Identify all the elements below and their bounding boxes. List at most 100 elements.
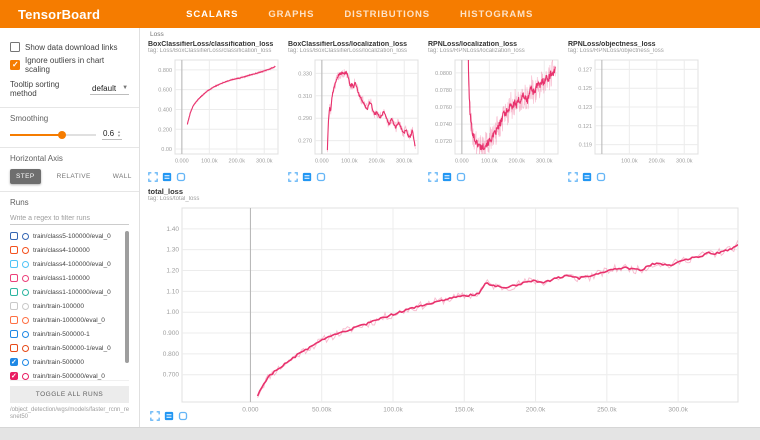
runs-filter-input[interactable] <box>10 213 129 225</box>
data-table-icon[interactable] <box>442 172 452 182</box>
chart-tag: tag: Loss/BoxClassifierLoss/classificati… <box>148 48 282 54</box>
pin-icon[interactable] <box>178 411 188 421</box>
run-name: train/train-500000-1/eval_0 <box>33 345 111 352</box>
toggle-all-runs-button[interactable]: TOGGLE ALL RUNS <box>10 386 129 403</box>
axis-button-wall[interactable]: WALL <box>107 169 138 184</box>
chart-actions <box>428 172 562 182</box>
tab-graphs[interactable]: GRAPHS <box>268 9 314 20</box>
small-charts-row: BoxClassifierLoss/classification_loss ta… <box>148 41 760 182</box>
tooltip-sorting-dropdown[interactable]: default ▼ <box>90 84 129 95</box>
run-checkbox[interactable] <box>10 246 18 254</box>
run-checkbox[interactable] <box>10 260 18 268</box>
smoothing-value-stepper[interactable]: 0.6 ▲▼ <box>102 129 122 140</box>
run-color-circle-icon[interactable] <box>22 317 29 324</box>
run-checkbox[interactable] <box>10 232 18 240</box>
run-item[interactable]: train/train-500000-1 <box>10 327 129 341</box>
run-color-circle-icon[interactable] <box>22 261 29 268</box>
run-item[interactable]: train/train-500000/eval_0 <box>10 369 129 381</box>
run-color-circle-icon[interactable] <box>22 289 29 296</box>
run-color-circle-icon[interactable] <box>22 345 29 352</box>
tooltip-sorting-label: Tooltip sorting method <box>10 80 86 98</box>
svg-text:0.900: 0.900 <box>163 330 180 337</box>
svg-text:0.290: 0.290 <box>298 116 312 122</box>
fullscreen-expand-icon[interactable] <box>288 172 298 182</box>
run-item[interactable]: train/train-100000 <box>10 299 129 313</box>
svg-text:0.119: 0.119 <box>579 143 592 149</box>
axis-button-step[interactable]: STEP <box>10 169 41 184</box>
line-chart[interactable]: 0.1270.1250.1230.1210.119100.0k200.0k300… <box>568 56 702 171</box>
tab-distributions[interactable]: DISTRIBUTIONS <box>344 9 430 20</box>
run-item[interactable]: train/class1-100000/eval_0 <box>10 285 129 299</box>
svg-text:0.000: 0.000 <box>455 159 469 165</box>
run-item[interactable]: train/class4-100000 <box>10 243 129 257</box>
run-checkbox[interactable] <box>10 316 18 324</box>
app-title: TensorBoard <box>0 7 100 22</box>
run-item[interactable]: train/train-500000 <box>10 355 129 369</box>
pin-icon[interactable] <box>176 172 186 182</box>
svg-text:0.121: 0.121 <box>578 124 592 130</box>
data-table-icon[interactable] <box>164 411 174 421</box>
run-name: train/train-100000 <box>33 303 84 310</box>
pin-icon[interactable] <box>316 172 326 182</box>
line-chart[interactable]: 0.8000.6000.4000.2000.000.000100.0k200.0… <box>148 56 282 171</box>
svg-text:0.600: 0.600 <box>158 88 172 94</box>
run-item[interactable]: train/class5-100000/eval_0 <box>10 229 129 243</box>
run-color-circle-icon[interactable] <box>22 373 29 380</box>
tab-scalars[interactable]: SCALARS <box>186 9 238 20</box>
run-checkbox[interactable] <box>10 288 18 296</box>
chart-card-objectness-loss: RPNLoss/objectness_loss tag: Loss/RPNLos… <box>568 41 702 182</box>
run-color-circle-icon[interactable] <box>22 233 29 240</box>
fullscreen-expand-icon[interactable] <box>428 172 438 182</box>
run-item[interactable]: train/class4-100000/eval_0 <box>10 257 129 271</box>
slider-thumb[interactable] <box>58 131 66 139</box>
svg-text:0.0760: 0.0760 <box>435 105 452 111</box>
ignore-outliers-option[interactable]: Ignore outliers in chart scaling <box>10 56 129 74</box>
svg-text:0.123: 0.123 <box>578 105 592 111</box>
run-item[interactable]: train/train-500000-1/eval_0 <box>10 341 129 355</box>
svg-text:0.700: 0.700 <box>163 372 180 379</box>
run-checkbox[interactable] <box>10 302 18 310</box>
run-checkbox[interactable] <box>10 344 18 352</box>
checkbox-icon[interactable] <box>10 42 20 52</box>
data-table-icon[interactable] <box>302 172 312 182</box>
run-name: train/train-500000-1 <box>33 331 90 338</box>
run-checkbox[interactable] <box>10 274 18 282</box>
fullscreen-expand-icon[interactable] <box>568 172 578 182</box>
data-table-icon[interactable] <box>162 172 172 182</box>
line-chart[interactable]: 0.08000.07800.07600.07400.07200.000100.0… <box>428 56 562 171</box>
show-download-links-option[interactable]: Show data download links <box>10 42 129 52</box>
pin-icon[interactable] <box>456 172 466 182</box>
category-header-loss[interactable]: Loss <box>150 31 760 38</box>
smoothing-slider[interactable] <box>10 134 96 136</box>
svg-text:100.0k: 100.0k <box>341 159 358 165</box>
run-checkbox[interactable] <box>10 372 18 380</box>
run-color-circle-icon[interactable] <box>22 303 29 310</box>
fullscreen-expand-icon[interactable] <box>148 172 158 182</box>
svg-text:300.0k: 300.0k <box>396 159 413 165</box>
line-chart[interactable]: 1.401.301.201.101.000.9000.8000.7000.000… <box>148 204 748 421</box>
svg-text:0.400: 0.400 <box>158 107 172 113</box>
svg-text:100.0k: 100.0k <box>201 159 218 165</box>
run-color-circle-icon[interactable] <box>22 275 29 282</box>
run-color-circle-icon[interactable] <box>22 247 29 254</box>
fullscreen-expand-icon[interactable] <box>150 411 160 421</box>
checkbox-icon[interactable] <box>10 60 20 70</box>
run-item[interactable]: train/class1-100000 <box>10 271 129 285</box>
run-name: train/train-500000/eval_0 <box>33 373 105 380</box>
axis-button-relative[interactable]: RELATIVE <box>51 169 97 184</box>
page-bottom-scroll-gutter[interactable] <box>0 427 760 440</box>
run-color-circle-icon[interactable] <box>22 359 29 366</box>
runs-list-scrollbar[interactable] <box>125 231 129 363</box>
tab-histograms[interactable]: HISTOGRAMS <box>460 9 533 20</box>
run-color-circle-icon[interactable] <box>22 331 29 338</box>
pin-icon[interactable] <box>596 172 606 182</box>
run-item[interactable]: train/train-100000/eval_0 <box>10 313 129 327</box>
stepper-arrows-icon[interactable]: ▲▼ <box>117 130 121 138</box>
data-table-icon[interactable] <box>582 172 592 182</box>
run-checkbox[interactable] <box>10 330 18 338</box>
svg-text:300.0k: 300.0k <box>536 159 553 165</box>
line-chart[interactable]: 0.3300.3100.2900.2700.000100.0k200.0k300… <box>288 56 422 171</box>
run-checkbox[interactable] <box>10 358 18 366</box>
run-name: train/train-100000/eval_0 <box>33 317 105 324</box>
logdir-path: /object_detection/wgs/models/faster_rcnn… <box>10 407 130 421</box>
